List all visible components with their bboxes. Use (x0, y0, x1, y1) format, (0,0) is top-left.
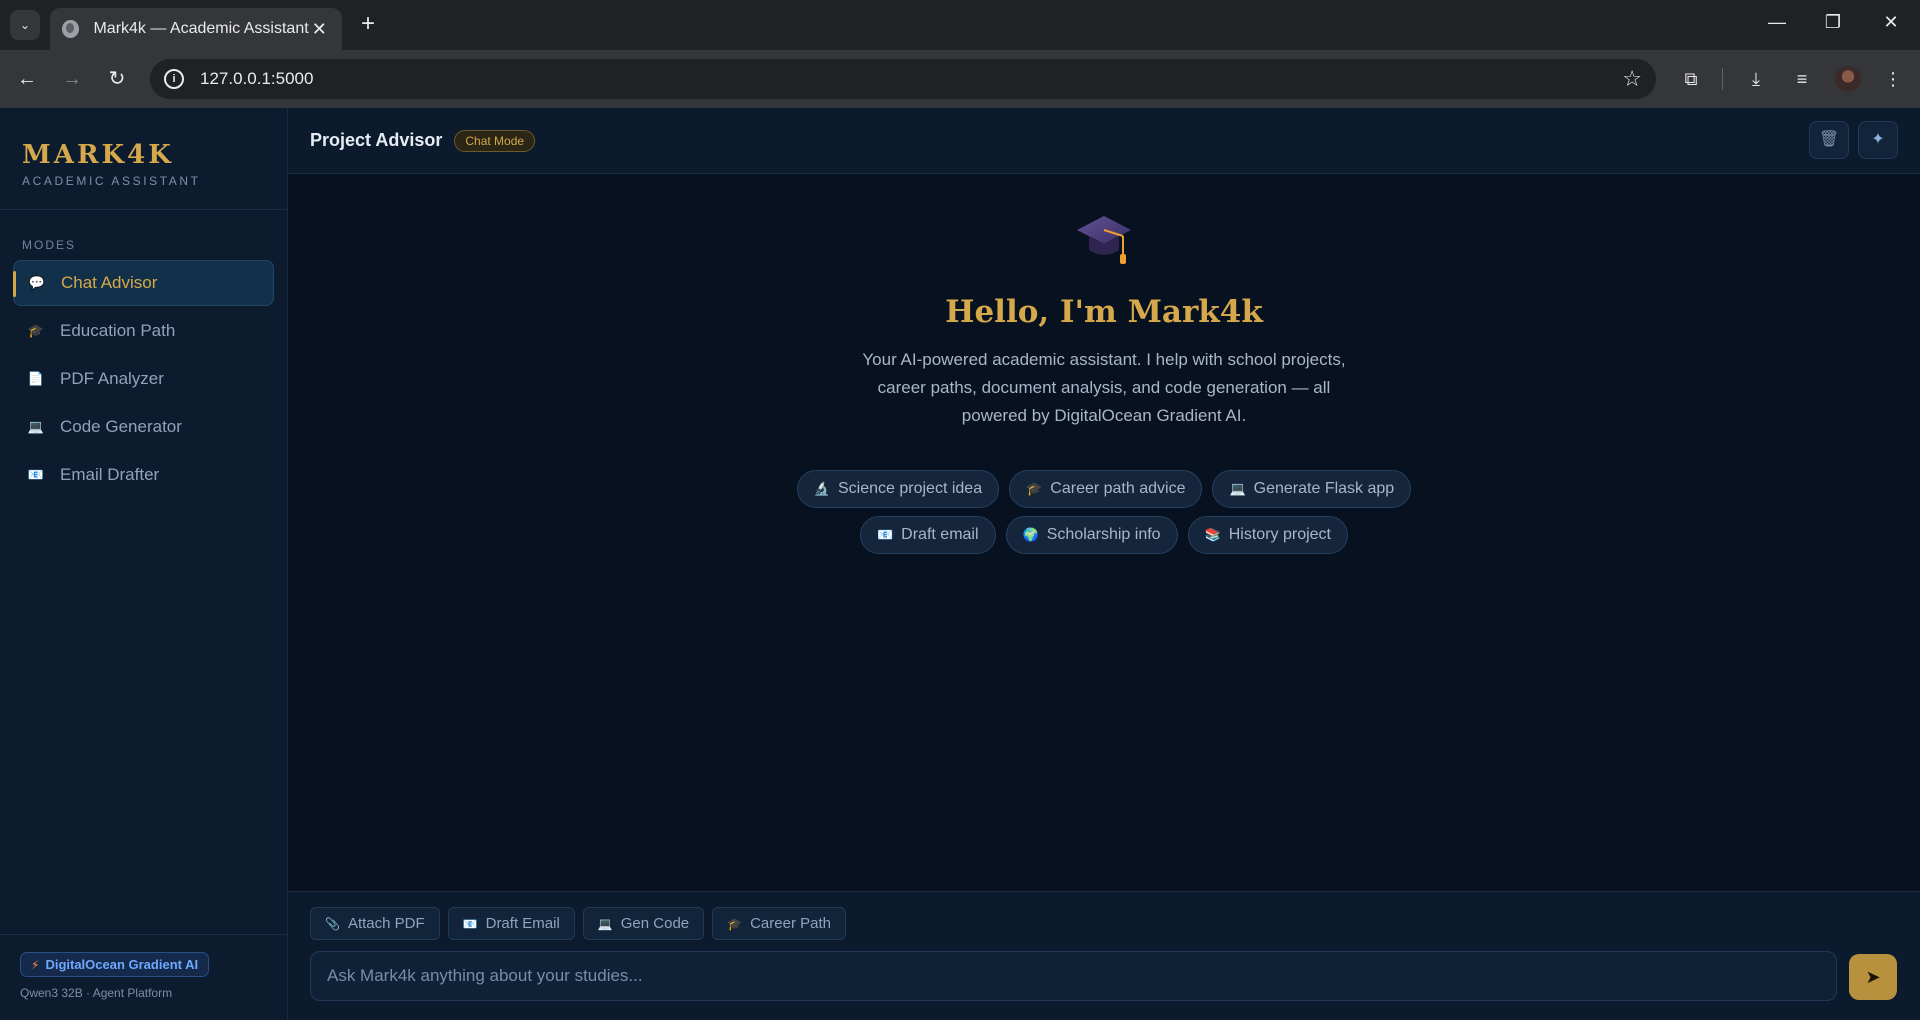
suggestion-chip-career-path[interactable]: 🎓 Career path advice (1009, 470, 1203, 508)
brand-block: MARK4K ACADEMIC ASSISTANT (0, 108, 287, 210)
extensions-icon[interactable]: ⧉ (1678, 66, 1704, 92)
browser-tab-strip: ⌄ Mark4k — Academic Assistant ✕ + — ❐ ✕ (0, 0, 1920, 50)
clear-chat-button[interactable]: 🗑 (1809, 121, 1849, 159)
chip-label: Generate Flask app (1253, 480, 1395, 497)
composer: 📎 Attach PDF 📧 Draft Email 💻 Gen Code 🎓 … (288, 891, 1920, 1020)
sidebar-footer: ⚡ DigitalOcean Gradient AI Qwen3 32B · A… (0, 934, 287, 1020)
sidebar-item-label: Education Path (60, 321, 176, 340)
chip-label: Career path advice (1050, 480, 1186, 497)
books-icon: 📚 (1204, 527, 1221, 542)
quick-action-label: Career Path (750, 915, 831, 932)
gradient-ai-badge: ⚡ DigitalOcean Gradient AI (20, 952, 210, 977)
suggestion-chip-science-project[interactable]: 🔬 Science project idea (796, 470, 1000, 508)
browser-menu-icon[interactable]: ⋮ (1880, 66, 1906, 92)
tab-close-icon[interactable]: ✕ (309, 19, 330, 40)
suggestion-chips-row-1: 🔬 Science project idea 🎓 Career path adv… (288, 470, 1920, 508)
chip-label: Draft email (901, 526, 979, 543)
reload-button[interactable]: ↻ (103, 65, 131, 93)
media-control-icon[interactable]: ≡ (1789, 66, 1815, 92)
quick-actions: 📎 Attach PDF 📧 Draft Email 💻 Gen Code 🎓 … (310, 907, 846, 940)
bookmark-star-icon[interactable]: ☆ (1622, 66, 1642, 92)
app-root: MARK4K ACADEMIC ASSISTANT MODES 💬 Chat A… (0, 108, 1920, 1020)
graduation-cap-icon: 🎓 (27, 323, 45, 338)
welcome-description: Your AI-powered academic assistant. I he… (862, 350, 1346, 425)
laptop-icon: 💻 (27, 419, 45, 434)
quick-action-label: Attach PDF (347, 915, 425, 932)
address-bar[interactable]: i 127.0.0.1:5000 ☆ (150, 59, 1656, 99)
sidebar: MARK4K ACADEMIC ASSISTANT MODES 💬 Chat A… (0, 108, 288, 1020)
email-icon: 📧 (876, 527, 894, 542)
sidebar-item-label: PDF Analyzer (60, 369, 164, 388)
graduation-cap-icon (1077, 216, 1131, 264)
chat-input[interactable] (310, 951, 1837, 1001)
speech-bubble-icon: 💬 (28, 275, 46, 290)
suggestion-chip-scholarship[interactable]: 🌍 Scholarship info (1005, 516, 1178, 554)
brand-title: MARK4K (22, 140, 174, 170)
browser-tab[interactable]: Mark4k — Academic Assistant ✕ (50, 8, 342, 50)
lightning-icon: ⚡ (31, 957, 40, 972)
main-topbar: Project Advisor Chat Mode 🗑 ✦ (288, 108, 1920, 174)
graduation-cap-icon: 🎓 (727, 916, 743, 931)
tab-search-button[interactable]: ⌄ (10, 10, 40, 40)
site-info-icon[interactable]: i (164, 69, 184, 89)
sidebar-item-label: Code Generator (60, 417, 182, 436)
toolbar-divider (1722, 68, 1723, 90)
forward-button[interactable]: → (58, 65, 86, 93)
sidebar-item-label: Chat Advisor (61, 273, 158, 292)
quick-action-label: Draft Email (485, 915, 560, 932)
suggestion-chips-row-2: 📧 Draft email 🌍 Scholarship info 📚 Histo… (288, 516, 1920, 554)
document-icon: 📄 (27, 371, 45, 386)
laptop-icon: 💻 (1229, 481, 1246, 496)
send-arrow-icon: ➤ (1865, 967, 1881, 987)
graduation-cap-icon: 🎓 (1026, 481, 1043, 496)
gradient-ai-label: DigitalOcean Gradient AI (45, 957, 199, 972)
sparkle-button[interactable]: ✦ (1858, 121, 1898, 159)
welcome-heading: Hello, I'm Mark4k (945, 294, 1263, 330)
chip-label: History project (1228, 526, 1331, 543)
send-button[interactable]: ➤ (1849, 954, 1897, 1000)
url-text: 127.0.0.1:5000 (200, 69, 314, 88)
browser-toolbar: ← → ↻ i 127.0.0.1:5000 ☆ ⧉ ⤓ ≡ ⋮ (0, 50, 1920, 108)
profile-avatar[interactable] (1835, 66, 1861, 92)
sidebar-item-chat-advisor[interactable]: 💬 Chat Advisor (13, 260, 274, 306)
quick-action-label: Gen Code (620, 915, 690, 932)
sidebar-item-email-drafter[interactable]: 📧 Email Drafter (13, 452, 274, 498)
tab-title: Mark4k — Academic Assistant (93, 20, 309, 37)
sidebar-item-code-generator[interactable]: 💻 Code Generator (13, 404, 274, 450)
download-icon[interactable]: ⤓ (1743, 66, 1769, 92)
attach-pdf-button[interactable]: 📎 Attach PDF (310, 907, 440, 940)
brand-subtitle: ACADEMIC ASSISTANT (22, 174, 201, 188)
close-window-button[interactable]: ✕ (1876, 12, 1906, 33)
email-icon: 📧 (27, 467, 45, 482)
sidebar-item-pdf-analyzer[interactable]: 📄 PDF Analyzer (13, 356, 274, 402)
career-path-button[interactable]: 🎓 Career Path (712, 907, 846, 940)
model-info: Qwen3 32B · Agent Platform (20, 986, 173, 1000)
sidebar-item-education-path[interactable]: 🎓 Education Path (13, 308, 274, 354)
laptop-icon: 💻 (597, 916, 613, 931)
restore-button[interactable]: ❐ (1818, 12, 1848, 33)
back-button[interactable]: ← (13, 65, 41, 93)
suggestion-chip-history-project[interactable]: 📚 History project (1187, 516, 1348, 554)
main-panel: Project Advisor Chat Mode 🗑 ✦ Hello, I'm… (288, 108, 1920, 1020)
chip-label: Scholarship info (1046, 526, 1161, 543)
modes-section-label: MODES (22, 238, 77, 252)
minimize-button[interactable]: — (1762, 12, 1792, 33)
globe-icon: 🌍 (1022, 527, 1039, 542)
new-tab-button[interactable]: + (354, 11, 382, 39)
mode-badge: Chat Mode (454, 129, 536, 152)
page-title: Project Advisor (310, 130, 443, 150)
suggestion-chip-flask-app[interactable]: 💻 Generate Flask app (1212, 470, 1412, 508)
paperclip-icon: 📎 (325, 916, 340, 931)
suggestion-chip-draft-email[interactable]: 📧 Draft email (859, 516, 996, 554)
globe-icon (62, 20, 80, 38)
gen-code-button[interactable]: 💻 Gen Code (582, 907, 705, 940)
draft-email-button[interactable]: 📧 Draft Email (447, 907, 575, 940)
microscope-icon: 🔬 (813, 481, 830, 496)
chip-label: Science project idea (838, 480, 983, 497)
sidebar-item-label: Email Drafter (60, 465, 160, 484)
email-icon: 📧 (462, 916, 478, 931)
